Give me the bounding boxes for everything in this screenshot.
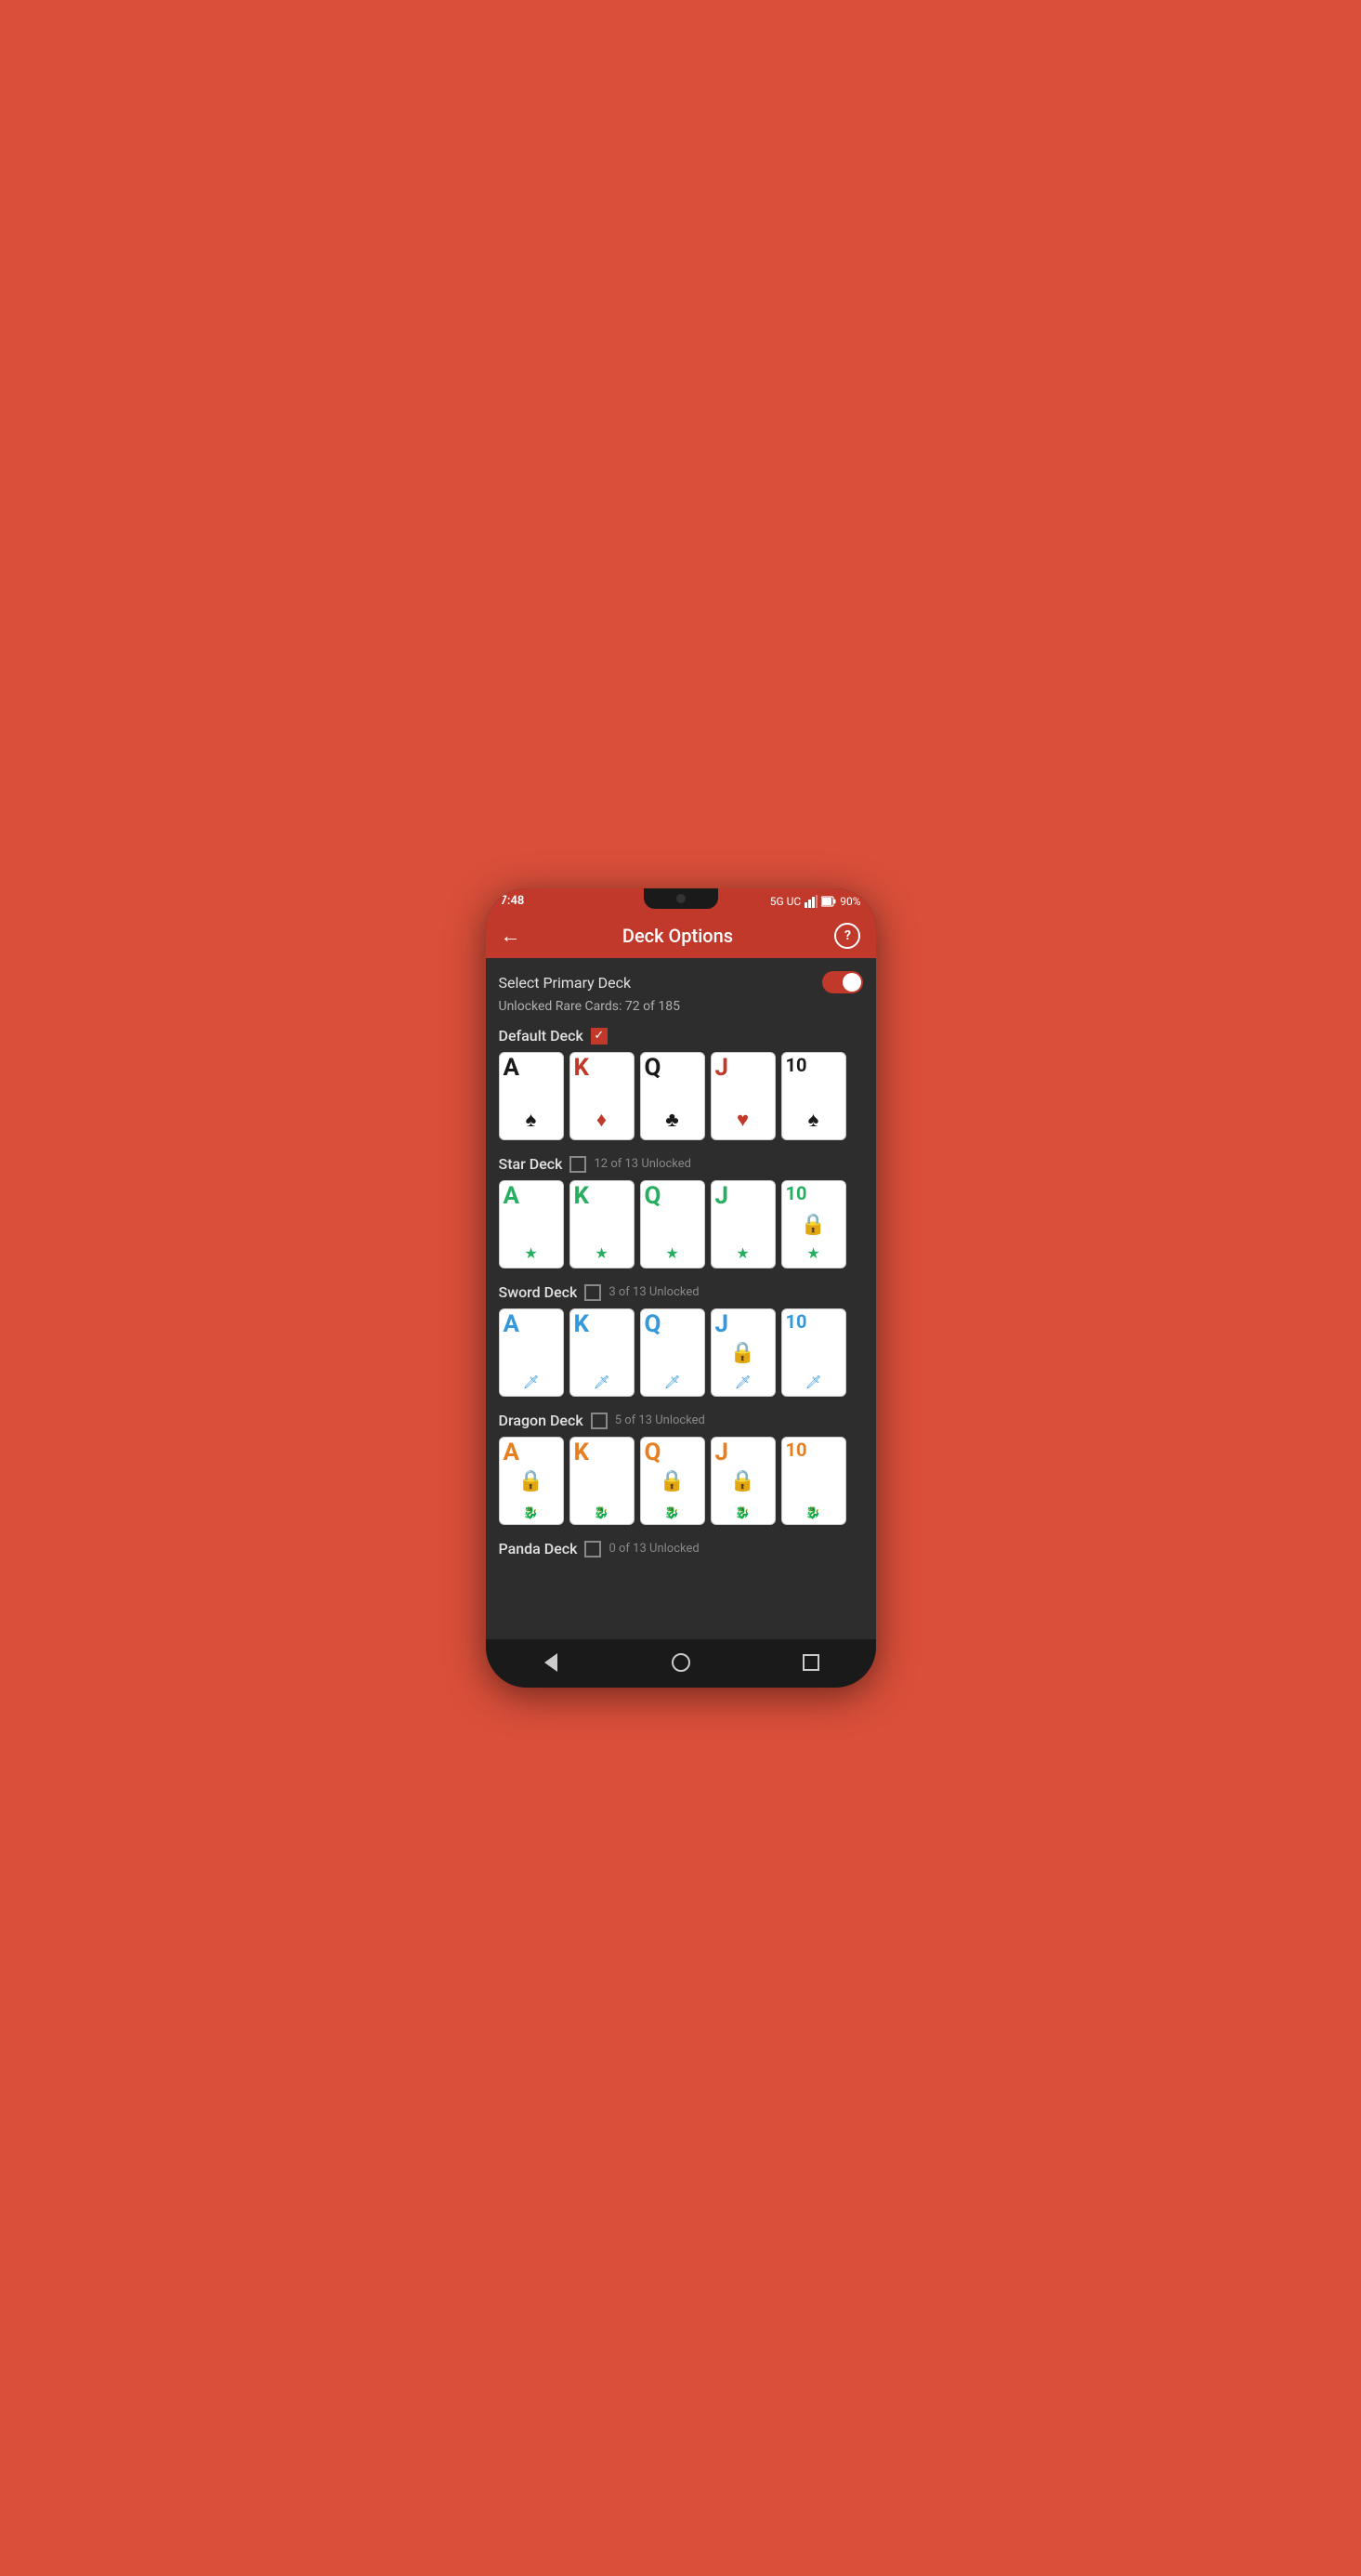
card-star-A[interactable]: A ★ [499, 1180, 564, 1268]
card-star-J[interactable]: J ★ [711, 1180, 776, 1268]
cards-row-default: A ♠ K ♦ Q ♣ J ♥ [499, 1052, 863, 1140]
card-default-K[interactable]: K ♦ [569, 1052, 635, 1140]
deck-name-default: Default Deck [499, 1027, 583, 1045]
card-default-10[interactable]: 10 ♠ [781, 1052, 846, 1140]
unlocked-rare-cards-text: Unlocked Rare Cards: 72 of 185 [499, 999, 863, 1014]
deck-header-default: Default Deck ✓ [499, 1027, 863, 1045]
card-default-Q[interactable]: Q ♣ [640, 1052, 705, 1140]
phone-frame: 7:48 5G UC 90% ← Deck Options ? S [486, 888, 876, 1688]
card-dragon-J[interactable]: J 🐉 🔒 [711, 1437, 776, 1525]
app-title: Deck Options [622, 925, 733, 947]
card-dragon-Q[interactable]: Q 🐉 🔒 [640, 1437, 705, 1525]
back-nav-button[interactable] [537, 1649, 565, 1676]
bottom-nav [486, 1639, 876, 1688]
back-nav-icon [544, 1653, 557, 1672]
recents-nav-icon [803, 1654, 819, 1671]
home-nav-icon [672, 1653, 690, 1672]
deck-header-dragon: Dragon Deck 5 of 13 Unlocked [499, 1412, 863, 1429]
primary-deck-toggle[interactable] [822, 971, 863, 993]
card-sword-K[interactable]: K 🗡 [569, 1308, 635, 1397]
battery-icon [821, 896, 836, 907]
deck-name-panda: Panda Deck [499, 1540, 578, 1557]
card-sword-A[interactable]: A 🗡 [499, 1308, 564, 1397]
deck-header-panda: Panda Deck 0 of 13 Unlocked [499, 1540, 863, 1557]
help-button[interactable]: ? [834, 923, 860, 949]
primary-deck-toggle-row: Select Primary Deck [499, 971, 863, 993]
app-bar: ← Deck Options ? [486, 913, 876, 958]
card-star-Q[interactable]: Q ★ [640, 1180, 705, 1268]
lock-icon-star-10: 🔒 [801, 1213, 826, 1236]
card-default-J[interactable]: J ♥ [711, 1052, 776, 1140]
unlock-count-panda: 0 of 13 Unlocked [609, 1542, 699, 1556]
select-primary-deck-label: Select Primary Deck [499, 974, 632, 992]
cards-row-star: A ★ K ★ Q ★ J ★ 10 ★ 🔒 [499, 1180, 863, 1268]
card-sword-J[interactable]: J 🗡 🔒 [711, 1308, 776, 1397]
unlock-count-dragon: 5 of 13 Unlocked [615, 1413, 705, 1427]
deck-name-sword: Sword Deck [499, 1283, 578, 1301]
card-dragon-10[interactable]: 10 🐉 [781, 1437, 846, 1525]
lock-icon-dragon-Q: 🔒 [660, 1469, 685, 1492]
card-sword-Q[interactable]: Q 🗡 [640, 1308, 705, 1397]
lock-icon-dragon-A: 🔒 [518, 1469, 543, 1492]
home-nav-button[interactable] [667, 1649, 695, 1676]
deck-section-default: Default Deck ✓ A ♠ K ♦ Q ♣ [499, 1027, 863, 1140]
deck-section-star: Star Deck 12 of 13 Unlocked A ★ K ★ Q ★ [499, 1155, 863, 1268]
deck-section-dragon: Dragon Deck 5 of 13 Unlocked A 🐉 🔒 K 🐉 Q… [499, 1412, 863, 1525]
camera-dot [676, 894, 686, 903]
unlock-count-star: 12 of 13 Unlocked [594, 1157, 691, 1171]
deck-checkbox-panda[interactable] [584, 1541, 601, 1557]
card-dragon-A[interactable]: A 🐉 🔒 [499, 1437, 564, 1525]
cards-row-dragon: A 🐉 🔒 K 🐉 Q 🐉 🔒 J 🐉 🔒 [499, 1437, 863, 1525]
deck-section-sword: Sword Deck 3 of 13 Unlocked A 🗡 K 🗡 Q 🗡 [499, 1283, 863, 1397]
status-right: 5G UC 90% [770, 895, 861, 908]
recents-nav-button[interactable] [797, 1649, 825, 1676]
deck-name-dragon: Dragon Deck [499, 1412, 583, 1429]
toggle-knob [843, 973, 861, 992]
lock-icon-sword-J: 🔒 [730, 1341, 755, 1364]
deck-checkbox-dragon[interactable] [591, 1413, 608, 1429]
card-default-A[interactable]: A ♠ [499, 1052, 564, 1140]
unlock-count-sword: 3 of 13 Unlocked [609, 1285, 699, 1299]
battery-text: 90% [840, 895, 860, 908]
status-time: 7:48 [501, 894, 525, 908]
lock-icon-dragon-J: 🔒 [730, 1469, 755, 1492]
signal-text: 5G UC [770, 895, 802, 908]
cards-row-sword: A 🗡 K 🗡 Q 🗡 J 🗡 🔒 10 🗡 [499, 1308, 863, 1397]
card-star-10[interactable]: 10 ★ 🔒 [781, 1180, 846, 1268]
deck-section-panda: Panda Deck 0 of 13 Unlocked [499, 1540, 863, 1557]
card-star-K[interactable]: K ★ [569, 1180, 635, 1268]
deck-checkbox-default[interactable]: ✓ [591, 1028, 608, 1045]
content-area: Select Primary Deck Unlocked Rare Cards:… [486, 958, 876, 1639]
back-button[interactable]: ← [501, 924, 521, 948]
deck-header-sword: Sword Deck 3 of 13 Unlocked [499, 1283, 863, 1301]
card-sword-10[interactable]: 10 🗡 [781, 1308, 846, 1397]
signal-icon [805, 895, 818, 908]
card-dragon-K[interactable]: K 🐉 [569, 1437, 635, 1525]
deck-name-star: Star Deck [499, 1155, 563, 1173]
deck-checkbox-star[interactable] [569, 1156, 586, 1173]
deck-header-star: Star Deck 12 of 13 Unlocked [499, 1155, 863, 1173]
deck-checkbox-sword[interactable] [584, 1284, 601, 1301]
